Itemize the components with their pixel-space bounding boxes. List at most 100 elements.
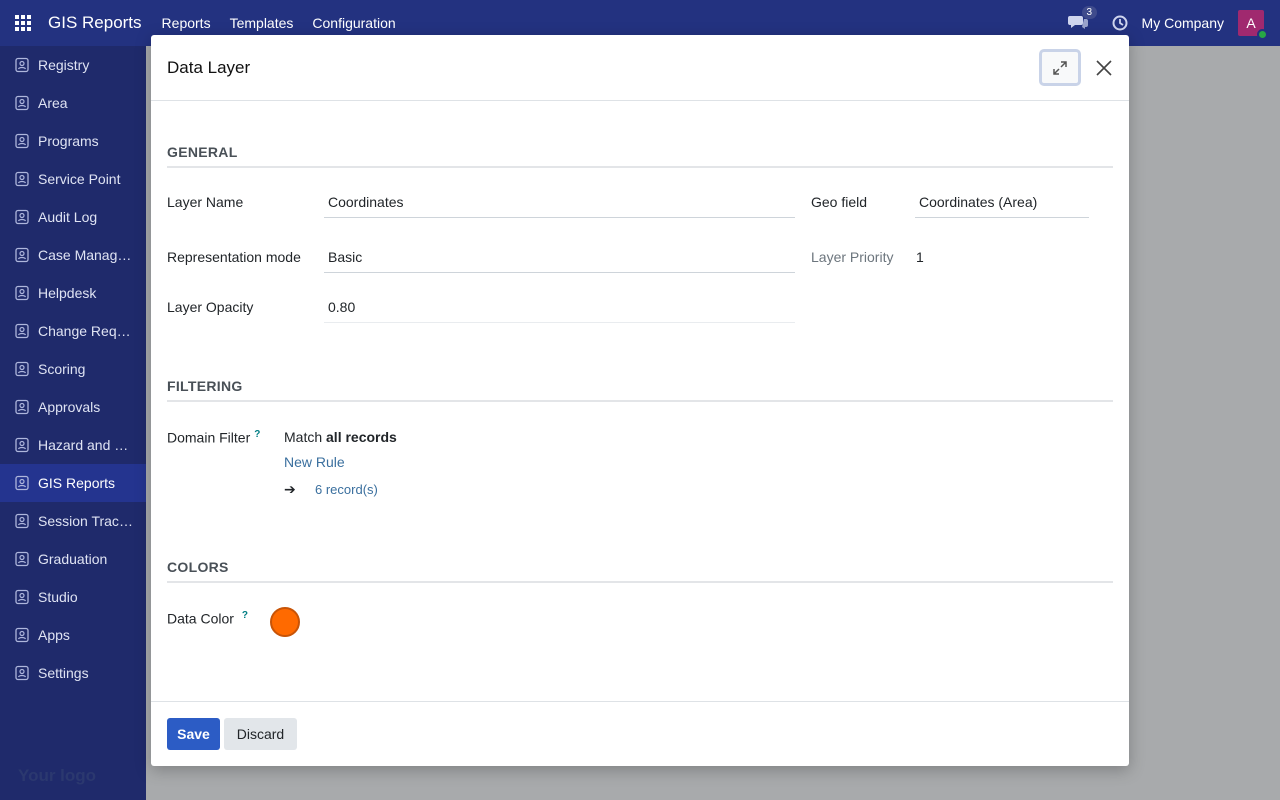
sidebar-item-service-point[interactable]: Service Point [0,160,146,198]
geo-field-label: Geo field [811,194,868,210]
chat-count-badge: 3 [1081,6,1098,19]
sidebar-item-label: GIS Reports [38,475,116,491]
domain-filter-label: Domain Filter? [167,429,260,446]
data-color-label: Data Color? [167,610,248,627]
layer-name-label: Layer Name [167,194,244,210]
menu-reports[interactable]: Reports [162,15,211,31]
audit-log-icon [13,208,31,226]
representation-mode-label: Representation mode [167,249,301,265]
domain-filter-help-icon[interactable]: ? [254,429,260,440]
discard-button[interactable]: Discard [224,718,297,750]
sidebar-item-scoring[interactable]: Scoring [0,350,146,388]
sidebar-item-programs[interactable]: Programs [0,122,146,160]
sidebar-item-label: Registry [38,57,90,73]
your-logo: Your logo [18,766,97,785]
app-grid-icon[interactable] [0,0,46,46]
sidebar-item-change-request[interactable]: Change Request [0,312,146,350]
sidebar-item-label: Service Point [38,171,121,187]
section-colors: COLORS [167,559,1113,583]
menu-templates[interactable]: Templates [230,15,294,31]
sidebar-item-session-tracking[interactable]: Session Tracking [0,502,146,540]
scoring-icon [13,360,31,378]
apps-icon [13,626,31,644]
save-button[interactable]: Save [167,718,220,750]
sidebar-item-label: Approvals [38,399,101,415]
change-request-icon [13,322,31,340]
modal-footer: Save Discard [151,701,1129,766]
chat-icon[interactable]: 3 [1067,6,1098,33]
layer-opacity-field[interactable]: 0.80 [324,293,795,323]
close-button[interactable] [1095,59,1113,77]
match-prefix: Match [284,429,323,445]
headset-icon [13,284,31,302]
sidebar-item-gis-reports[interactable]: GIS Reports [0,464,146,502]
menu-configuration[interactable]: Configuration [312,15,395,31]
section-filtering: FILTERING [167,378,1113,402]
data-color-swatch[interactable] [270,607,300,637]
sidebar-item-hazard-and-emergency[interactable]: Hazard and Emergency [0,426,146,464]
layer-opacity-label: Layer Opacity [167,299,254,315]
sidebar-item-label: Settings [38,665,89,681]
sidebar-item-label: Hazard and Emergency [38,437,134,453]
sidebar-item-label: Scoring [38,361,86,377]
sidebar-item-label: Programs [38,133,99,149]
sidebar-item-registry[interactable]: Registry [0,46,146,84]
geo-field-input[interactable]: Coordinates (Area) [915,188,1089,218]
data-color-label-text: Data Color [167,610,234,627]
sidebar-item-label: Audit Log [38,209,98,225]
expand-icon [1053,60,1067,75]
expand-button[interactable] [1039,49,1081,86]
sidebar-item-apps[interactable]: Apps [0,616,146,654]
company-switcher[interactable]: My Company [1142,15,1224,31]
sidebar-item-label: Case Management [38,247,134,263]
sidebar-item-studio[interactable]: Studio [0,578,146,616]
online-status-dot [1257,29,1268,40]
clock-icon[interactable] [1112,15,1128,31]
approvals-icon [13,398,31,416]
close-icon [1096,59,1112,76]
registry-icon [13,56,31,74]
representation-mode-select[interactable]: Basic [324,243,795,273]
systray: 3 My Company A [1067,6,1280,40]
sidebar-item-case-management[interactable]: Case Management [0,236,146,274]
layer-name-field[interactable]: Coordinates [324,188,795,218]
sidebar-item-settings[interactable]: Settings [0,654,146,692]
section-general: GENERAL [167,144,1113,168]
sidebar-item-label: Area [38,95,68,111]
case-management-icon [13,246,31,264]
arrow-right-icon: ➔ [284,481,296,497]
modal-header: Data Layer [151,35,1129,101]
modal-title: Data Layer [167,57,251,77]
sidebar-item-label: Change Request [38,323,134,339]
gear-icon [13,664,31,682]
domain-filter-label-text: Domain Filter [167,429,251,446]
graduation-cap-icon [13,550,31,568]
studio-sliders-icon [13,588,31,606]
data-color-help-icon[interactable]: ? [242,610,248,621]
hazard-icon [13,436,31,454]
layer-priority-label: Layer Priority [811,249,894,265]
sidebar-item-audit-log[interactable]: Audit Log [0,198,146,236]
record-count-link[interactable]: 6 record(s) [315,482,378,497]
gis-reports-icon [13,474,31,492]
main-menu: Reports Templates Configuration [162,15,396,31]
sidebar-item-label: Session Tracking [38,513,134,529]
domain-match-text: Match all records [284,429,397,445]
user-avatar[interactable]: A [1238,10,1268,40]
data-layer-dialog: Data Layer GENERAL Layer Name Coordinate… [151,35,1129,766]
sidebar-item-label: Apps [38,627,70,643]
avatar-letter: A [1246,15,1256,31]
sidebar-item-label: Helpdesk [38,285,97,301]
new-rule-link[interactable]: New Rule [284,454,345,470]
match-scope: all records [326,429,397,445]
session-tracking-icon [13,512,31,530]
sidebar-item-area[interactable]: Area [0,84,146,122]
app-brand[interactable]: GIS Reports [48,13,142,33]
sidebar-item-graduation[interactable]: Graduation [0,540,146,578]
sidebar-item-approvals[interactable]: Approvals [0,388,146,426]
sidebar-item-label: Studio [38,589,78,605]
sidebar-item-helpdesk[interactable]: Helpdesk [0,274,146,312]
programs-icon [13,132,31,150]
area-icon [13,94,31,112]
layer-priority-value: 1 [916,249,924,265]
